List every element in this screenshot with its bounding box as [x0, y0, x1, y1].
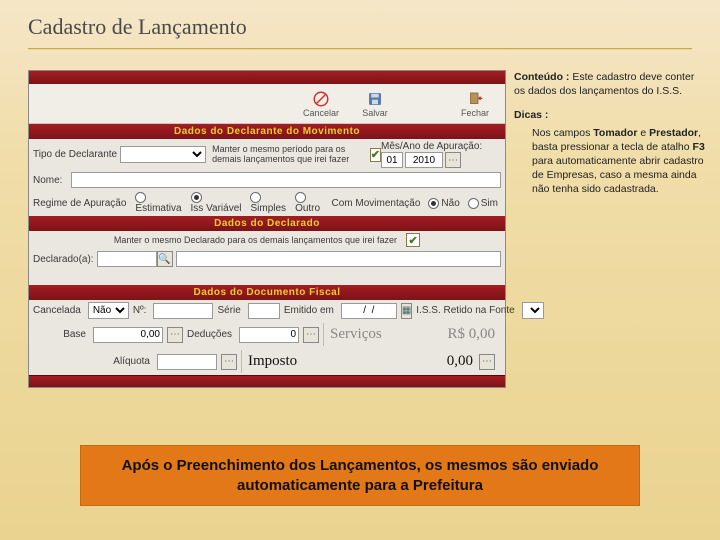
periodo-lookup-button[interactable]: ⋯	[445, 152, 461, 168]
regime-outro-label: Outro	[295, 203, 323, 214]
aliquota-input[interactable]	[157, 354, 217, 370]
regime-estimativa-label: Estimativa	[135, 203, 184, 214]
keep-declarado-label: Manter o mesmo Declarado para os demais …	[114, 235, 400, 245]
mov-sim-radio[interactable]: Sim	[468, 198, 501, 209]
dicas-tomador: Tomador	[593, 127, 637, 139]
row-doc-3: Alíquota ⋯ Imposto 0,00 ⋯	[29, 348, 505, 375]
dicas-t1: Nos campos	[532, 127, 593, 139]
mov-sim-label: Sim	[481, 198, 501, 209]
cancel-label: Cancelar	[303, 108, 339, 118]
tipo-declarante-label: Tipo de Declarante	[33, 149, 120, 160]
dicas-t2: e	[637, 127, 649, 139]
save-label: Salvar	[362, 108, 388, 118]
regime-simples-radio[interactable]: Simples	[250, 192, 289, 214]
regime-iss-radio[interactable]: Iss Variável	[191, 192, 245, 214]
section-declarante-header: Dados do Declarante do Movimento	[29, 124, 505, 139]
regime-label: Regime de Apuração	[33, 198, 129, 209]
window-footer-bar	[29, 375, 505, 387]
save-icon	[366, 90, 384, 108]
footer-callout: Após o Preenchimento dos Lançamentos, os…	[80, 445, 640, 506]
toolbar: Cancelar Salvar Fechar	[29, 84, 505, 124]
keep-declarado-checkbox[interactable]: ✔	[406, 233, 420, 247]
emitido-input[interactable]	[341, 303, 397, 319]
row-nome: Nome:	[29, 170, 505, 190]
section-declarado-header: Dados do Declarado	[29, 216, 505, 231]
regime-estimativa-radio[interactable]: Estimativa	[135, 192, 184, 214]
serie-label: Série	[217, 305, 243, 316]
retido-label: I.S.S. Retido na Fonte	[416, 305, 517, 316]
imposto-total-label: Imposto	[248, 353, 297, 370]
declarado-label: Declarado(a):	[33, 254, 97, 265]
form-window: Cancelar Salvar Fechar Dados do Declaran…	[28, 70, 506, 388]
regime-iss-label: Iss Variável	[191, 203, 245, 214]
cancel-button[interactable]: Cancelar	[297, 86, 345, 122]
serie-input[interactable]	[248, 303, 280, 319]
deducoes-label: Deduções	[187, 329, 235, 340]
row-keep-declarado: Manter o mesmo Declarado para os demais …	[29, 231, 505, 249]
row-tipo-periodo: Tipo de Declarante Manter o mesmo períod…	[29, 139, 505, 170]
main-layout: Cancelar Salvar Fechar Dados do Declaran…	[0, 50, 720, 388]
close-label: Fechar	[461, 108, 489, 118]
tipo-declarante-select[interactable]	[120, 146, 206, 163]
mes-input[interactable]	[381, 152, 403, 168]
declarado-lookup-button[interactable]: 🔍	[157, 251, 173, 267]
num-label: Nº:	[133, 305, 150, 316]
section-documento-header: Dados do Documento Fiscal	[29, 285, 505, 300]
page-title: Cadastro de Lançamento	[0, 0, 720, 48]
mov-label: Com Movimentação	[331, 198, 423, 209]
regime-outro-radio[interactable]: Outro	[295, 192, 323, 214]
deducoes-calc-button[interactable]: ⋯	[303, 327, 319, 343]
dicas-prestador: Prestador	[649, 127, 698, 139]
close-button[interactable]: Fechar	[451, 86, 499, 122]
cancelada-select[interactable]: Não	[88, 302, 129, 319]
base-calc-button[interactable]: ⋯	[167, 327, 183, 343]
help-sidebar: Conteúdo : Este cadastro deve conter os …	[512, 70, 712, 388]
row-doc-2: Base ⋯ Deduções ⋯ Serviços R$ 0,00	[29, 321, 505, 348]
base-input[interactable]	[93, 327, 163, 343]
cancelada-label: Cancelada	[33, 305, 84, 316]
ano-input[interactable]	[405, 152, 443, 168]
aliquota-lookup-button[interactable]: ⋯	[221, 354, 237, 370]
deducoes-input[interactable]	[239, 327, 299, 343]
servicos-total-value: R$ 0,00	[388, 326, 495, 343]
num-input[interactable]	[153, 303, 213, 319]
keep-period-checkbox[interactable]: ✔	[370, 148, 381, 162]
base-label: Base	[33, 329, 89, 340]
mov-nao-label: Não	[441, 198, 462, 209]
emitido-calendar-button[interactable]: ▦	[401, 303, 412, 319]
imposto-detail-button[interactable]: ⋯	[479, 354, 495, 370]
cancel-icon	[312, 90, 330, 108]
window-titlebar	[29, 71, 505, 84]
row-regime-mov: Regime de Apuração Estimativa Iss Variáv…	[29, 190, 505, 216]
regime-simples-label: Simples	[250, 203, 289, 214]
conteudo-title: Conteúdo :	[514, 71, 569, 83]
dicas-f3: F3	[693, 141, 705, 153]
declarado-name-input[interactable]	[176, 251, 501, 267]
row-declarado: Declarado(a): 🔍	[29, 249, 505, 269]
mov-nao-radio[interactable]: Não	[428, 198, 462, 209]
save-button[interactable]: Salvar	[351, 86, 399, 122]
conteudo-block: Conteúdo : Este cadastro deve conter os …	[514, 70, 708, 98]
periodo-label: Mês/Ano de Apuração:	[381, 141, 501, 152]
row-doc-1: Cancelada Não Nº: Série Emitido em ▦ I.S…	[29, 300, 505, 321]
dicas-title: Dicas :	[514, 109, 548, 121]
dicas-block: Dicas : Nos campos Tomador e Prestador, …	[514, 108, 708, 196]
declarado-code-input[interactable]	[97, 251, 157, 267]
dicas-body: Nos campos Tomador e Prestador, basta pr…	[514, 123, 708, 197]
dicas-t4: para automaticamente abrir cadastro de E…	[532, 155, 704, 195]
close-icon	[466, 90, 484, 108]
nome-input[interactable]	[71, 172, 501, 188]
imposto-total-value: 0,00	[303, 353, 473, 370]
emitido-label: Emitido em	[284, 305, 337, 316]
nome-label: Nome:	[33, 175, 71, 186]
aliquota-label: Alíquota	[33, 356, 153, 367]
keep-period-label: Manter o mesmo período para os demais la…	[212, 145, 366, 164]
servicos-total-label: Serviços	[330, 326, 382, 343]
